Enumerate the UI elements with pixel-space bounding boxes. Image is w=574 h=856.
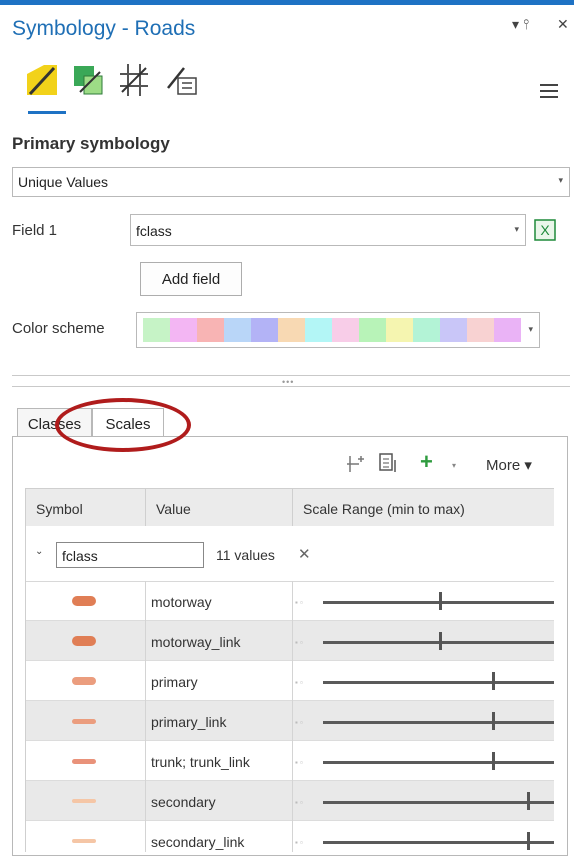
color-scheme-swatch [143,318,170,342]
vary-symbology-icon[interactable] [70,62,106,98]
field-dropdown[interactable]: fclass ▾ [130,214,526,246]
color-scheme-swatch [224,318,251,342]
scale-range-handle[interactable] [439,632,442,650]
color-scheme-swatch [170,318,197,342]
color-scheme-swatch [278,318,305,342]
pin-icon[interactable]: ▾ ⫯ [512,16,529,33]
color-scheme-swatch [359,318,386,342]
scale-range-handle[interactable] [492,712,496,730]
hamburger-icon[interactable] [540,84,558,102]
sql-expression-icon[interactable]: X [534,219,556,241]
renderer-value: Unique Values [18,174,109,190]
pane-top-accent [0,0,574,5]
more-menu-button[interactable]: More ▾ [486,456,532,474]
table-row[interactable]: secondary ▪ ▫ [26,781,554,821]
class-value: motorway_link [151,634,241,650]
road-symbol-swatch[interactable] [72,677,96,685]
table-row[interactable]: secondary_link ▪ ▫ [26,821,554,852]
annotation-circle [55,398,191,452]
pane-title: Symbology - Roads [12,17,196,40]
table-row[interactable]: trunk; trunk_link ▪ ▫ [26,741,554,781]
group-row: ⌄ fclass 11 values ✕ [26,526,554,582]
road-symbol-swatch[interactable] [72,636,96,646]
road-symbol-swatch[interactable] [72,718,96,724]
table-row[interactable]: primary_link ▪ ▫ [26,701,554,741]
primary-symbology-icon[interactable] [24,62,60,98]
grid-header: Symbol Value Scale Range (min to max) [26,489,554,527]
color-scheme-dropdown[interactable]: ▾ [136,312,540,348]
color-scheme-swatch [386,318,413,342]
column-header-value[interactable]: Value [156,501,191,517]
chevron-down-icon[interactable]: ▾ [452,461,456,470]
road-symbol-swatch[interactable] [72,758,96,764]
group-field-name: fclass [62,548,98,564]
section-title: Primary symbology [12,134,170,153]
reorder-classes-icon[interactable] [378,452,400,474]
field-label: Field 1 [12,222,58,239]
class-value: secondary_link [151,834,245,850]
scale-min-marker: ▪ ▫ [295,638,303,647]
color-scheme-swatch [413,318,440,342]
class-value: motorway [151,594,212,610]
color-scheme-swatch [305,318,332,342]
scale-min-marker: ▪ ▫ [295,678,303,687]
table-row[interactable]: primary ▪ ▫ [26,661,554,701]
symbol-layers-icon[interactable] [116,62,152,98]
scale-range-slider[interactable] [323,721,554,724]
add-field-button[interactable]: Add field [140,262,242,296]
scale-range-handle[interactable] [439,592,442,610]
class-value: trunk; trunk_link [151,754,250,770]
class-value: secondary [151,794,216,810]
add-class-icon[interactable]: + [420,449,433,475]
chevron-down-icon: ▾ [558,175,563,185]
scale-range-slider[interactable] [323,841,554,844]
active-tool-indicator [28,111,66,114]
divider [12,386,570,387]
column-header-symbol[interactable]: Symbol [36,501,83,517]
column-header-scale-range[interactable]: Scale Range (min to max) [303,501,465,517]
scale-range-handle[interactable] [527,792,531,810]
renderer-dropdown[interactable]: Unique Values ▾ [12,167,570,197]
color-scheme-swatch [467,318,494,342]
scale-min-marker: ▪ ▫ [295,598,303,607]
class-value: primary_link [151,714,227,730]
class-value: primary [151,674,198,690]
color-scheme-swatch [494,318,521,342]
color-scheme-swatch [251,318,278,342]
scale-min-marker: ▪ ▫ [295,838,303,847]
road-symbol-swatch[interactable] [72,799,96,803]
scale-range-slider[interactable] [323,801,554,804]
add-scale-icon[interactable] [346,454,366,474]
scale-min-marker: ▪ ▫ [295,758,303,767]
group-value-count: 11 values [216,547,275,563]
scale-range-handle[interactable] [527,832,531,850]
color-scheme-swatch [197,318,224,342]
road-symbol-swatch[interactable] [72,839,96,843]
divider [12,375,570,376]
group-field-box[interactable]: fclass [56,542,204,568]
more-label: More [486,457,521,474]
svg-text:X: X [540,222,550,238]
scale-range-handle[interactable] [492,672,496,690]
scale-min-marker: ▪ ▫ [295,718,303,727]
color-scheme-swatch [332,318,359,342]
remove-field-icon[interactable]: ✕ [298,545,311,563]
collapse-chevron-icon[interactable]: ⌄ [35,546,43,557]
scale-range-slider[interactable] [323,761,554,764]
labels-icon[interactable] [164,62,200,98]
close-icon[interactable]: ✕ [557,16,569,33]
scale-range-slider[interactable] [323,681,554,684]
scale-range-handle[interactable] [492,752,496,770]
chevron-down-icon: ▾ [514,224,519,234]
chevron-down-icon: ▾ [528,324,533,334]
road-symbol-swatch[interactable] [72,596,96,606]
scale-min-marker: ▪ ▫ [295,798,303,807]
table-row[interactable]: motorway ▪ ▫ [26,581,554,621]
field-value: fclass [136,223,172,239]
table-row[interactable]: motorway_link ▪ ▫ [26,621,554,661]
color-scheme-label: Color scheme [12,320,105,337]
color-scheme-swatch [440,318,467,342]
symbol-classes-grid: Symbol Value Scale Range (min to max) ⌄ … [25,488,554,852]
